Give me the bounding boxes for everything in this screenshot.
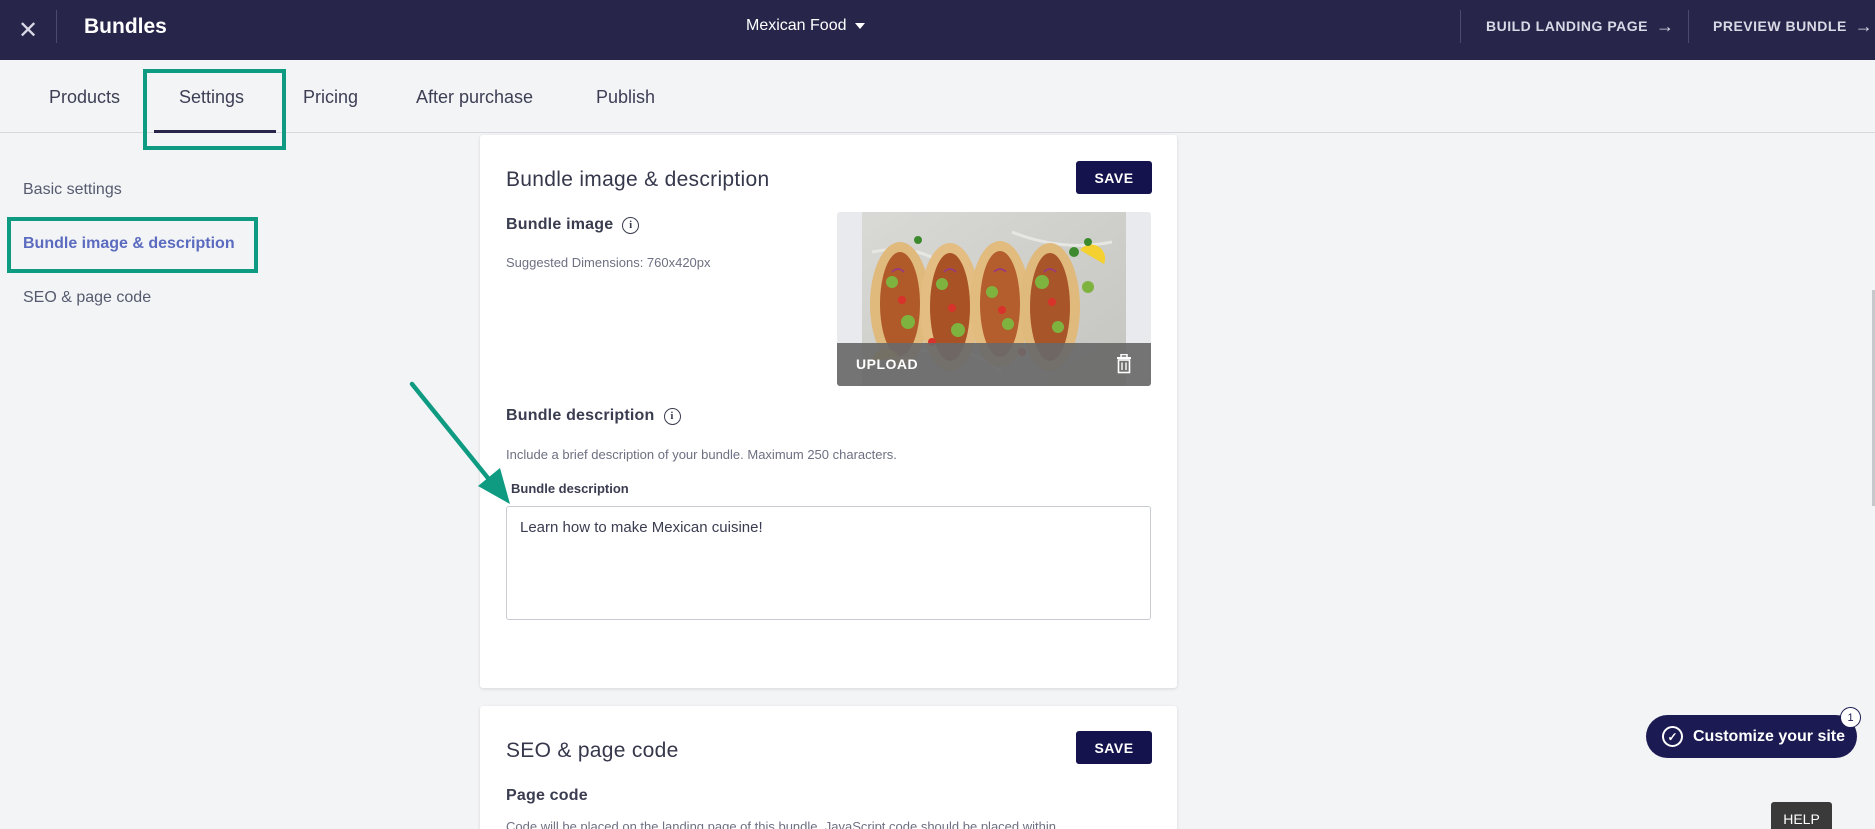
customize-label: Customize your site xyxy=(1693,727,1846,745)
upload-button[interactable]: UPLOAD xyxy=(856,356,918,372)
bundle-description-label: Bundle description i xyxy=(506,407,681,425)
bundle-image-label: Bundle image i xyxy=(506,216,640,234)
arrow-right-icon: → xyxy=(1655,16,1675,36)
divider xyxy=(1688,10,1689,43)
page-code-label: Page code xyxy=(506,787,588,805)
top-bar: ✕ Bundles Mexican Food BUILD LANDING PAG… xyxy=(0,0,1875,60)
bundle-description-label-text: Bundle description xyxy=(506,407,655,424)
tab-after-purchase[interactable]: After purchase xyxy=(416,87,533,108)
bundle-image-label-text: Bundle image xyxy=(506,216,614,233)
notification-badge: 1 xyxy=(1840,707,1861,728)
save-button[interactable]: SAVE xyxy=(1076,161,1152,194)
info-icon[interactable]: i xyxy=(663,407,681,425)
check-icon: ✓ xyxy=(1662,726,1683,747)
textarea-label: Bundle description xyxy=(511,481,629,496)
preview-bundle-link[interactable]: PREVIEW BUNDLE → xyxy=(1713,16,1874,36)
bundle-name: Mexican Food xyxy=(746,17,847,34)
divider xyxy=(1460,10,1461,43)
card-title: SEO & page code xyxy=(506,739,679,762)
preview-bundle-label: PREVIEW BUNDLE xyxy=(1713,18,1847,34)
arrow-right-icon: → xyxy=(1854,16,1874,36)
image-hint: Suggested Dimensions: 760x420px xyxy=(506,255,711,270)
customize-site-button[interactable]: ✓ Customize your site xyxy=(1646,715,1857,758)
bundle-image-card: Bundle image & description SAVE Bundle i… xyxy=(480,135,1177,688)
seo-card: SEO & page code SAVE Page code Code will… xyxy=(480,706,1177,829)
highlight-box xyxy=(7,217,258,273)
caret-down-icon xyxy=(854,23,865,29)
description-hint: Include a brief description of your bund… xyxy=(506,447,897,462)
divider xyxy=(56,10,57,43)
page-code-hint: Code will be placed on the landing page … xyxy=(506,819,1056,829)
tab-publish[interactable]: Publish xyxy=(596,87,655,108)
info-icon[interactable]: i xyxy=(622,216,640,234)
sidenav-item-basic-settings[interactable]: Basic settings xyxy=(23,181,122,199)
build-landing-page-label: BUILD LANDING PAGE xyxy=(1486,18,1648,34)
card-title: Bundle image & description xyxy=(506,168,770,191)
save-button[interactable]: SAVE xyxy=(1076,731,1152,764)
bundle-image-preview[interactable]: UPLOAD xyxy=(837,212,1151,386)
tab-pricing[interactable]: Pricing xyxy=(303,87,358,108)
bundle-description-textarea[interactable]: Learn how to make Mexican cuisine! xyxy=(506,506,1151,620)
highlight-box xyxy=(143,69,286,150)
build-landing-page-link[interactable]: BUILD LANDING PAGE → xyxy=(1486,16,1675,36)
page-code-label-text: Page code xyxy=(506,787,588,804)
tab-products[interactable]: Products xyxy=(49,87,120,108)
bundle-selector[interactable]: Mexican Food xyxy=(746,17,865,35)
help-button[interactable]: HELP xyxy=(1771,802,1832,829)
upload-bar: UPLOAD xyxy=(837,343,1151,386)
sidenav-item-seo[interactable]: SEO & page code xyxy=(23,289,151,307)
close-icon[interactable]: ✕ xyxy=(10,12,46,48)
trash-icon[interactable] xyxy=(1115,354,1133,374)
annotation-arrow xyxy=(409,381,510,504)
page-title: Bundles xyxy=(84,15,167,38)
